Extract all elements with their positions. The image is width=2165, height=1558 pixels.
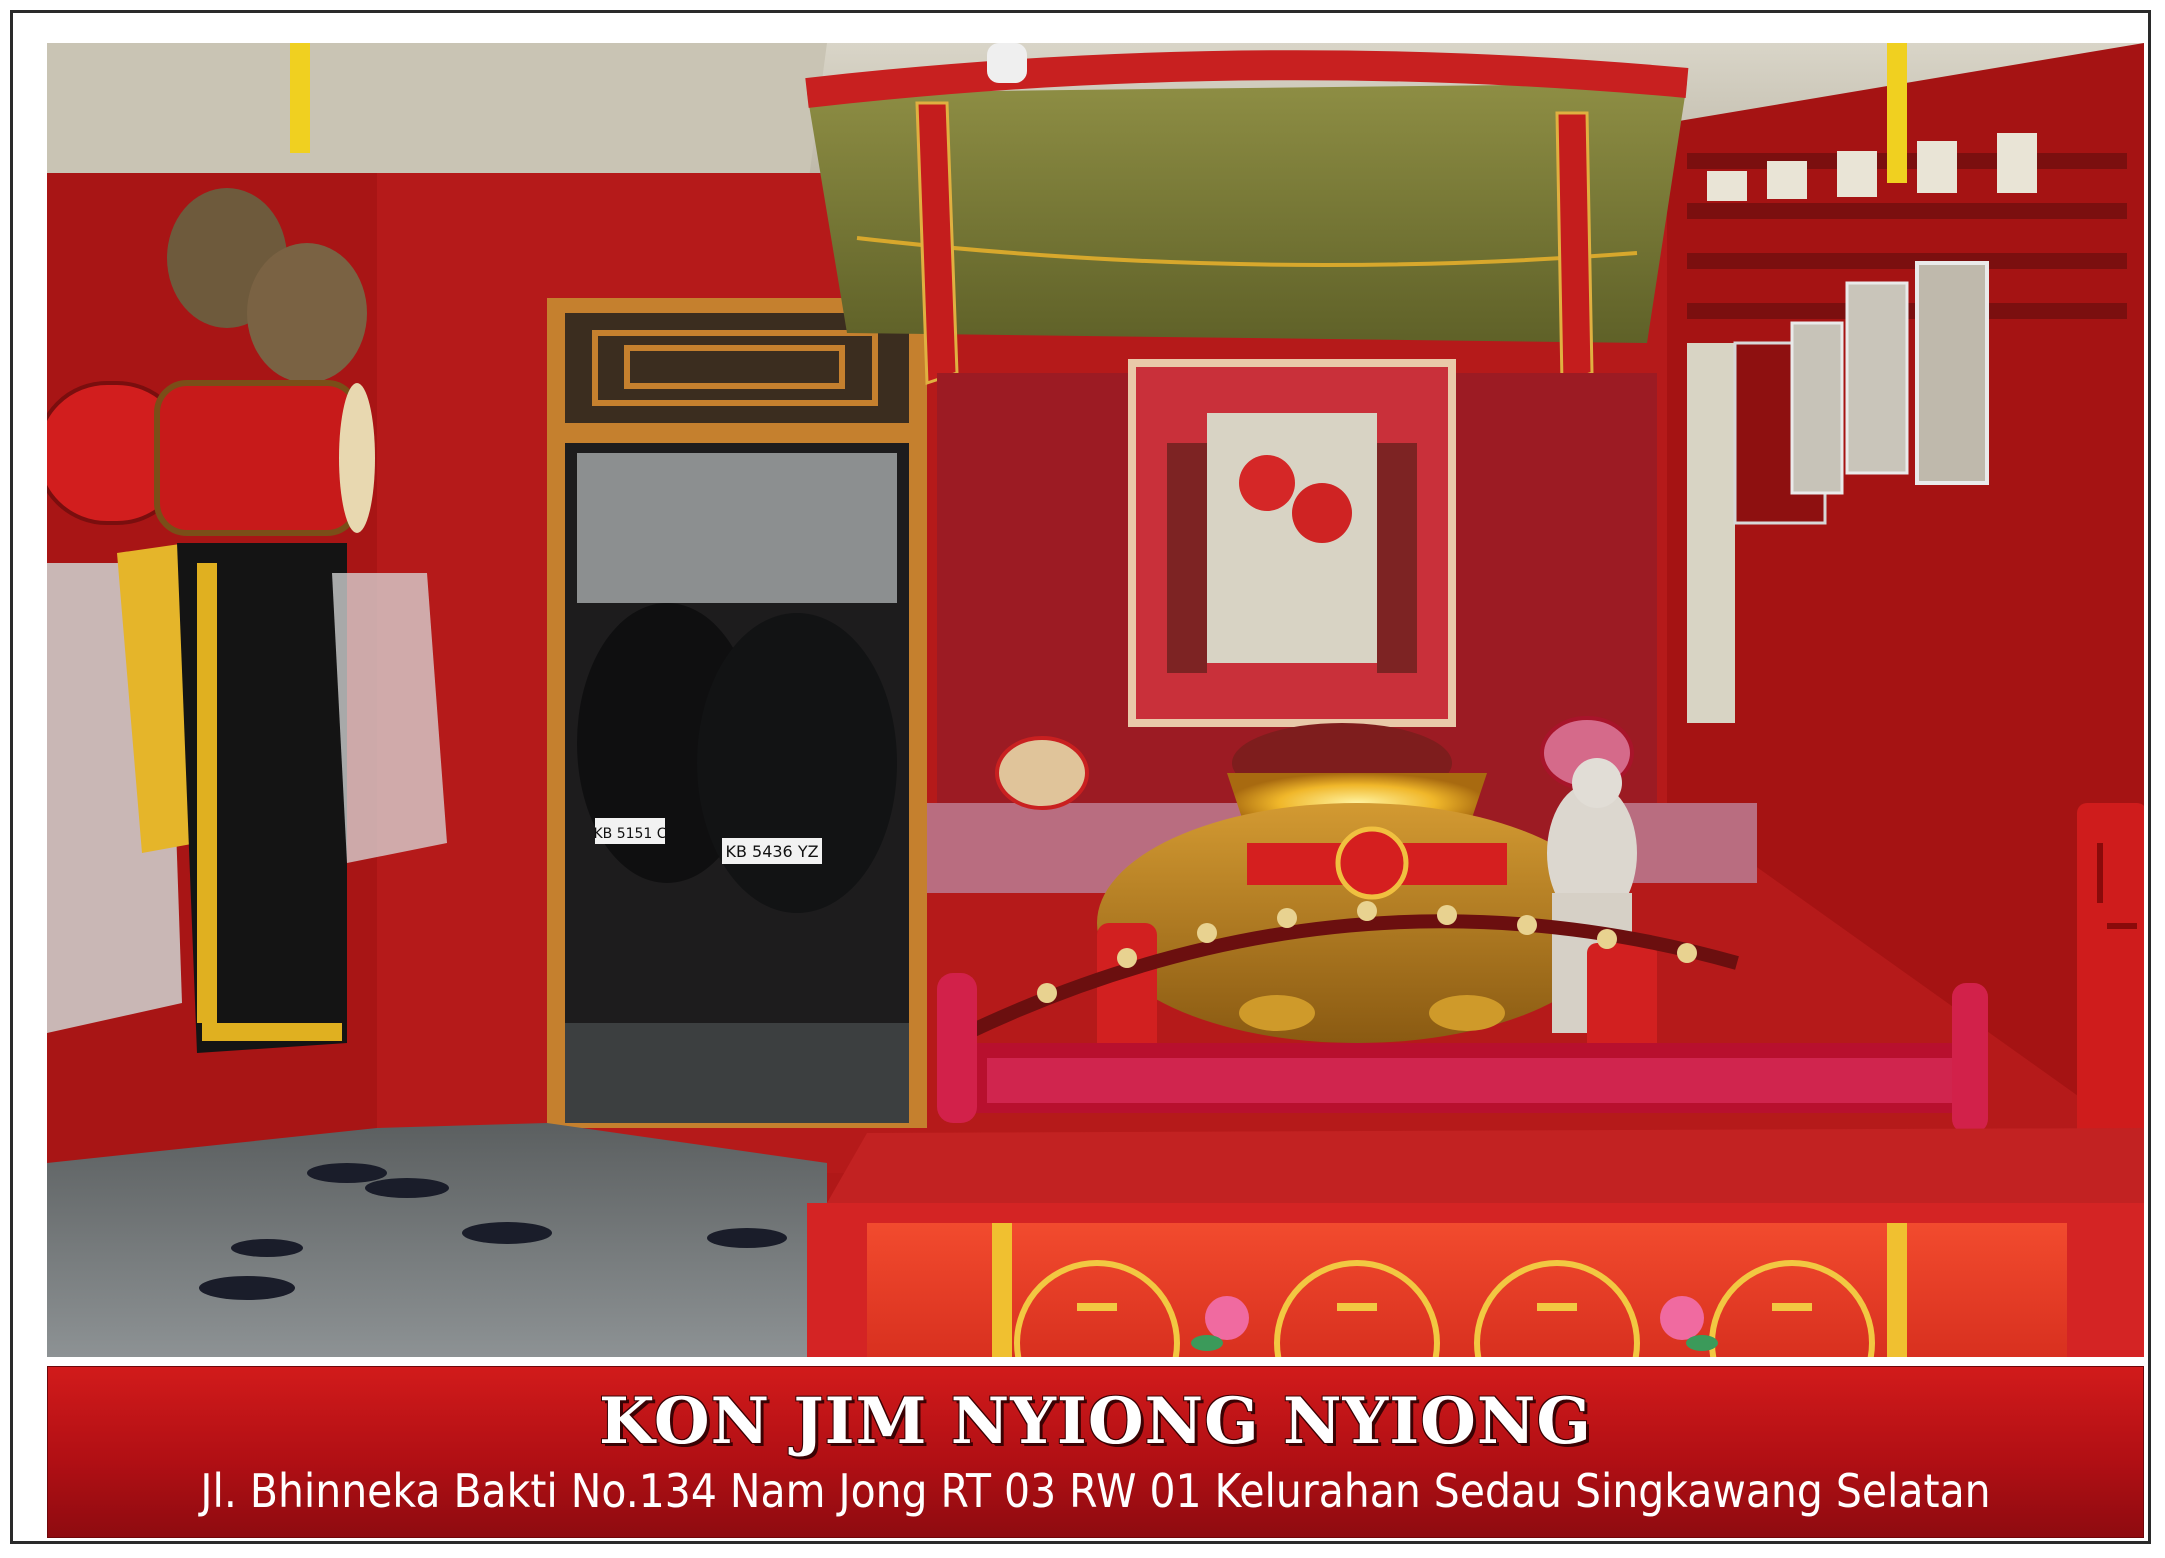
- temple-address: Jl. Bhinneka Bakti No.134 Nam Jong RT 03…: [200, 1464, 1991, 1518]
- license-plate-right: KB 5436 YZ: [725, 842, 818, 861]
- caption-band: KON JIM NYIONG NYIONG Jl. Bhinneka Bakti…: [47, 1366, 2144, 1538]
- postcard-frame: KB 5151 C KB 5436 YZ KON JIM NYIONG NYIO…: [10, 10, 2151, 1544]
- temple-photo: KB 5151 C KB 5436 YZ: [47, 43, 2144, 1357]
- temple-scene: KB 5151 C KB 5436 YZ: [47, 43, 2144, 1357]
- temple-name-title: KON JIM NYIONG NYIONG: [598, 1384, 1593, 1459]
- license-plate-left: KB 5151 C: [593, 826, 666, 842]
